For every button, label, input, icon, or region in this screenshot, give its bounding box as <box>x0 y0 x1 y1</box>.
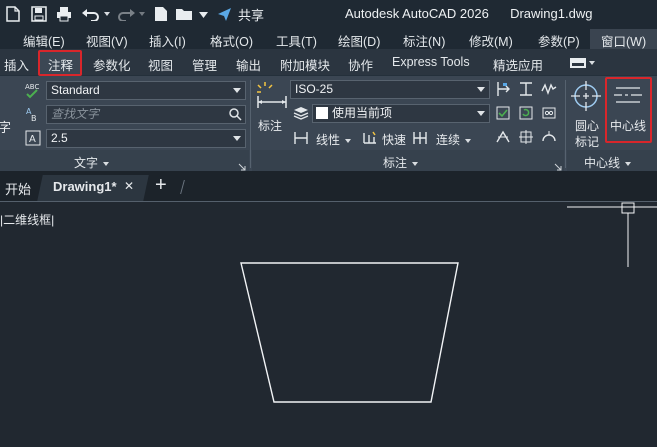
center-mark-label-1[interactable]: 圆心 <box>575 117 599 134</box>
cursor-pickbox <box>621 202 635 214</box>
center-mark-label-2[interactable]: 标记 <box>575 133 599 150</box>
redo-dropdown-icon[interactable] <box>137 5 147 23</box>
dim-oblique-icon[interactable] <box>494 128 512 146</box>
menu-modify[interactable]: 修改(M) <box>469 31 513 50</box>
centerline-label: 中心线 <box>610 119 647 133</box>
menu-dimension[interactable]: 标注(N) <box>403 31 445 50</box>
tab-parametric[interactable]: 参数化 <box>93 55 131 74</box>
dim-panel-title[interactable]: 标注 <box>383 154 419 171</box>
menu-window[interactable]: 窗口(W) <box>601 31 646 50</box>
linear-dim-icon[interactable] <box>292 129 310 147</box>
menu-tools[interactable]: 工具(T) <box>276 31 317 50</box>
dim-update-icon[interactable] <box>517 104 535 122</box>
tab-addins[interactable]: 附加模块 <box>280 55 330 74</box>
tab-insert[interactable]: 插入 <box>4 55 29 74</box>
layer-color-swatch <box>316 107 328 119</box>
search-icon[interactable] <box>228 107 242 123</box>
tab-express-tools[interactable]: Express Tools <box>392 55 470 69</box>
ribbon-toggle-icon[interactable] <box>570 57 596 69</box>
menu-insert[interactable]: 插入(I) <box>149 31 186 50</box>
undo-icon[interactable] <box>80 5 102 23</box>
continue-dim-button[interactable]: 连续 <box>436 131 472 148</box>
tab-featured-apps[interactable]: 精选应用 <box>493 55 543 74</box>
panel-divider <box>250 80 251 168</box>
dimension-layer-value: 使用当前项 <box>332 106 393 120</box>
dim-break-icon[interactable] <box>540 80 558 98</box>
center-mark-icon[interactable] <box>570 80 602 112</box>
new-file-icon[interactable] <box>4 5 22 23</box>
tab-annotate[interactable]: 注释 <box>48 55 73 74</box>
close-tab-icon[interactable]: ✕ <box>124 179 134 193</box>
text-style-value: Standard <box>51 83 100 97</box>
tab-collaborate[interactable]: 协作 <box>348 55 373 74</box>
continue-dim-icon[interactable] <box>413 129 431 147</box>
share-icon[interactable] <box>216 5 232 23</box>
layer-stack-icon[interactable] <box>292 104 310 122</box>
chevron-down-icon <box>233 136 241 141</box>
menu-format[interactable]: 格式(O) <box>210 31 253 50</box>
dim-arc-icon[interactable] <box>540 128 558 146</box>
window-title: Autodesk AutoCAD 2026 Drawing1.dwg <box>345 6 592 21</box>
dimension-big-icon[interactable] <box>255 80 289 116</box>
start-tab[interactable]: 开始 <box>5 179 31 198</box>
title-bar: 共享 Autodesk AutoCAD 2026 Drawing1.dwg <box>0 0 657 28</box>
find-text-input[interactable]: 查找文字 <box>46 105 246 124</box>
menu-view[interactable]: 视图(V) <box>86 31 128 50</box>
text-style-select[interactable]: Standard <box>46 81 246 100</box>
dimension-style-value: ISO-25 <box>295 82 334 96</box>
svg-text:ABC: ABC <box>25 83 39 91</box>
dim-tool-icon[interactable] <box>494 80 512 98</box>
open-folder-icon[interactable] <box>174 5 194 23</box>
find-text-placeholder: 查找文字 <box>51 107 100 121</box>
chevron-down-icon <box>477 87 485 92</box>
menu-parameters[interactable]: 参数(P) <box>538 31 580 50</box>
app-title: Autodesk AutoCAD 2026 <box>345 6 489 21</box>
autocad-window: 共享 Autodesk AutoCAD 2026 Drawing1.dwg 编辑… <box>0 0 657 447</box>
trapezoid-shape <box>240 262 459 403</box>
document-name: Drawing1.dwg <box>510 6 593 21</box>
tab-view[interactable]: 视图 <box>148 55 173 74</box>
text-height-value: 2.5 <box>51 131 68 145</box>
text-height-select[interactable]: 2.5 <box>46 129 246 148</box>
save-icon[interactable] <box>30 5 48 23</box>
tab-output[interactable]: 输出 <box>236 55 261 74</box>
panel-divider <box>565 80 566 168</box>
share-button[interactable]: 共享 <box>236 5 266 23</box>
menu-draw[interactable]: 绘图(D) <box>338 31 380 50</box>
tab-manage[interactable]: 管理 <box>192 55 217 74</box>
dim-space-icon[interactable] <box>517 80 535 98</box>
dim-center-icon[interactable] <box>517 128 535 146</box>
find-text-icon[interactable]: AB <box>24 105 42 123</box>
redo-icon[interactable] <box>115 5 137 23</box>
text-panel-title-bar <box>0 150 249 171</box>
print-icon[interactable] <box>55 5 73 23</box>
text-panel-title[interactable]: 文字 <box>74 154 110 171</box>
dimension-layer-select[interactable]: 使用当前项 <box>312 104 490 123</box>
new-tab-icon[interactable]: + <box>155 174 167 197</box>
dim-inspect-icon[interactable] <box>494 104 512 122</box>
quick-dim-button[interactable]: 快速 <box>382 131 406 148</box>
menu-edit[interactable]: 编辑(E) <box>23 31 65 50</box>
centerline-icon <box>614 85 642 105</box>
svg-text:A: A <box>29 134 36 145</box>
chevron-down-icon <box>233 88 241 93</box>
dimension-button-label[interactable]: 标注 <box>258 117 282 134</box>
drawing-tab[interactable]: Drawing1* <box>53 179 117 194</box>
dim-jog-icon[interactable] <box>540 104 558 122</box>
quick-access-dropdown-icon[interactable] <box>198 5 208 23</box>
dimension-style-select[interactable]: ISO-25 <box>290 80 490 99</box>
linear-dim-button[interactable]: 线性 <box>316 131 352 148</box>
new-sheet-icon[interactable] <box>152 5 170 23</box>
centerline-panel-title[interactable]: 中心线 <box>584 154 632 171</box>
chevron-down-icon <box>477 111 485 116</box>
drawing-svg <box>240 202 657 403</box>
svg-text:B: B <box>31 114 37 123</box>
quick-dim-icon[interactable] <box>361 129 379 147</box>
multiline-text-label[interactable]: 字 <box>0 117 11 136</box>
undo-dropdown-icon[interactable] <box>102 5 112 23</box>
text-height-icon[interactable]: A <box>24 129 42 147</box>
text-style-icon[interactable]: ABC <box>24 81 42 99</box>
